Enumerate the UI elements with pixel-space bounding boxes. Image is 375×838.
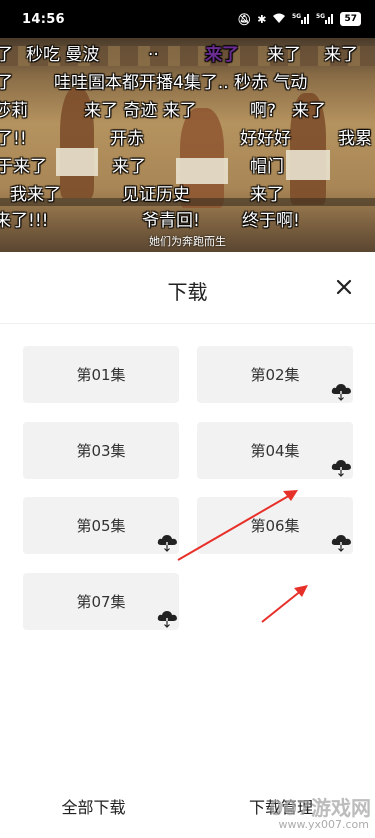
episode-label: 第06集	[250, 517, 300, 535]
danmaku-line: 了 哇哇圄本都开播4集了.. 秒赤 气动	[0, 68, 375, 92]
danmaku-comment: 来了	[267, 45, 301, 64]
episode-tile-03[interactable]: 第03集	[23, 422, 179, 479]
danmaku-comment: 来了	[292, 101, 326, 120]
danmaku-layer: 了 秒吃 曼波 .. 来了 来了 来了 了 哇哇圄本都开播4集了.. 秒赤 气动…	[0, 38, 375, 252]
video-subtitle: 她们为奔跑而生	[149, 235, 226, 248]
danmaku-comment: 好好好	[240, 129, 291, 148]
danmaku-comment: 我累	[338, 129, 372, 148]
cloud-download-icon	[157, 535, 177, 552]
episode-label: 第05集	[76, 517, 126, 535]
danmaku-comment: 哇哇圄本都开播4集了.. 秒赤 气动	[54, 73, 308, 92]
episode-tile-01[interactable]: 第01集	[23, 346, 179, 403]
status-bar: 14:56 🔕︎ ✱ 5G 5G 57	[0, 0, 375, 38]
episode-tile-07[interactable]: 第07集	[23, 573, 179, 630]
episode-label: 第04集	[250, 442, 300, 460]
danmaku-comment: ..	[148, 40, 159, 60]
close-button[interactable]	[331, 274, 357, 300]
danmaku-comment: 于来了	[0, 157, 47, 176]
danmaku-comment: 我来了	[10, 185, 61, 204]
danmaku-comment: 啊?	[250, 101, 277, 120]
danmaku-comment: 来了	[112, 157, 146, 176]
video-player[interactable]: 了 秒吃 曼波 .. 来了 来了 来了 了 哇哇圄本都开播4集了.. 秒赤 气动…	[0, 38, 375, 252]
cloud-download-icon	[331, 384, 351, 401]
danmaku-comment: 爷青回!	[142, 211, 200, 230]
close-icon	[336, 279, 352, 295]
episode-tile-05[interactable]: 第05集	[23, 497, 179, 554]
episode-label: 第02集	[250, 366, 300, 384]
signal-5g-icon: 5G	[292, 12, 310, 26]
cloud-download-icon	[157, 611, 177, 628]
danmaku-line: 我来了 见证历史 来了	[0, 180, 375, 204]
status-icons: 🔕︎ ✱ 5G 5G 57	[237, 12, 361, 26]
danmaku-line: 了 秒吃 曼波 .. 来了 来了 来了	[0, 40, 375, 64]
svg-text:5G: 5G	[292, 13, 301, 20]
cloud-download-icon	[331, 460, 351, 477]
danmaku-comment: 了!!	[0, 129, 27, 148]
episode-label: 第03集	[76, 442, 126, 460]
danmaku-line: 莎莉 来了 奇迹 来了 啊? 来了	[0, 96, 375, 120]
download-sheet-header: 下载	[0, 252, 375, 324]
episode-label: 第07集	[76, 593, 126, 611]
episode-tile-04[interactable]: 第04集	[197, 422, 353, 479]
danmaku-comment: 莎莉	[0, 101, 28, 120]
danmaku-comment: 了	[0, 73, 13, 92]
danmaku-comment: 秒吃 曼波	[26, 45, 100, 64]
site-watermark-url: www.yx007.com	[278, 818, 369, 831]
episode-tile-06[interactable]: 第06集	[197, 497, 353, 554]
status-time: 14:56	[22, 11, 65, 27]
wifi-icon	[272, 13, 286, 26]
danmaku-comment: 终于啊!	[242, 211, 300, 230]
site-watermark: 007游戏网	[269, 796, 371, 820]
danmaku-comment: 了	[0, 45, 13, 64]
episode-label: 第01集	[76, 366, 126, 384]
danmaku-comment: 来了	[205, 45, 239, 64]
danmaku-comment: 见证历史	[122, 185, 190, 204]
danmaku-comment: 来了	[250, 185, 284, 204]
annotation-arrow	[261, 585, 308, 623]
danmaku-line: 了!! 开赤 好好好 我累	[0, 124, 375, 148]
danmaku-comment: 来了	[324, 45, 358, 64]
cloud-download-icon	[331, 535, 351, 552]
danmaku-comment: 帽门	[250, 157, 284, 176]
danmaku-line: 于来了 来了 帽门	[0, 152, 375, 176]
episode-tile-02[interactable]: 第02集	[197, 346, 353, 403]
danmaku-comment: 来了!!!	[0, 211, 49, 230]
mute-icon: 🔕︎	[237, 12, 252, 26]
danmaku-comment: 开赤	[110, 129, 144, 148]
download-all-button[interactable]: 全部下载	[0, 794, 187, 818]
svg-text:5G: 5G	[316, 13, 325, 20]
signal-5g-icon: 5G	[316, 12, 334, 26]
bluetooth-icon: ✱	[257, 12, 267, 26]
danmaku-line: 来了!!! 爷青回! 终于啊!	[0, 206, 375, 230]
battery-indicator: 57	[340, 12, 361, 26]
sheet-title: 下载	[167, 280, 208, 304]
danmaku-comment: 来了 奇迹 来了	[84, 101, 197, 120]
